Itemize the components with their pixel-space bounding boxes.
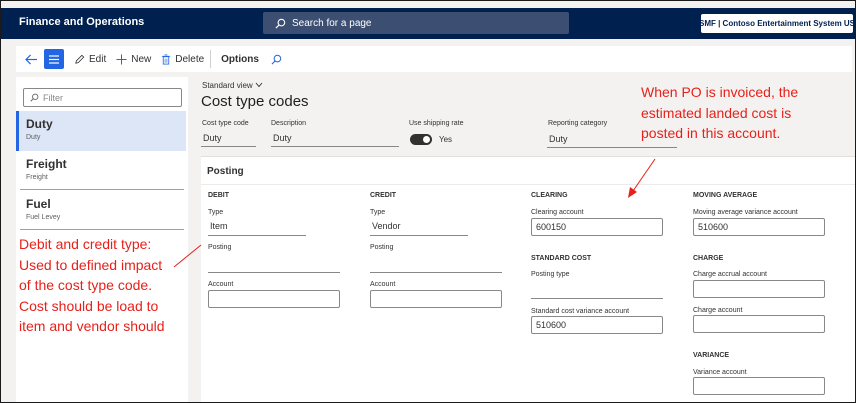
debit-posting-field[interactable] [208, 258, 340, 273]
new-button[interactable]: New [116, 54, 151, 65]
po-invoice-annotation: When PO is invoiced, the estimated lande… [641, 82, 798, 144]
view-selector[interactable]: Standard view [202, 81, 263, 90]
debit-account-input[interactable] [208, 290, 340, 308]
debit-type-label: Type [208, 209, 224, 216]
reporting-category-label: Reporting category [548, 120, 608, 127]
search-icon [30, 93, 39, 102]
description-field[interactable]: Duty [271, 133, 399, 147]
list-item-title: Duty [26, 117, 53, 131]
charge-account-input[interactable] [693, 315, 825, 333]
standard-cost-heading: STANDARD COST [531, 255, 592, 262]
search-placeholder: Search for a page [292, 17, 372, 29]
credit-heading: CREDIT [370, 192, 397, 199]
list-item-freight[interactable]: Freight Freight [16, 151, 186, 191]
annotation-line: Used to defined impact [19, 256, 163, 273]
standard-cost-variance-label: Standard cost variance account [531, 308, 630, 315]
posting-section: Posting DEBIT Type Item Posting Account … [201, 156, 855, 402]
annotation-line: of the cost type code. [19, 277, 153, 293]
search-icon [271, 54, 282, 64]
variance-account-label: Variance account [693, 369, 747, 376]
chevron-down-icon [255, 82, 263, 88]
action-search-button[interactable] [271, 54, 286, 65]
standard-cost-variance-input[interactable]: 510600 [531, 316, 663, 334]
moving-average-heading: MOVING AVERAGE [693, 192, 758, 199]
credit-type-field[interactable]: Vendor [370, 221, 468, 236]
debit-account-label: Account [208, 281, 234, 288]
clearing-heading: CLEARING [531, 192, 568, 199]
list-view-button[interactable] [44, 49, 64, 69]
list-item-subtitle: Duty [26, 134, 41, 141]
edit-button[interactable]: Edit [74, 54, 106, 65]
moving-average-variance-input[interactable]: 510600 [693, 218, 825, 236]
search-input[interactable]: Search for a page [263, 12, 569, 34]
moving-average-variance-label: Moving average variance account [693, 209, 798, 216]
credit-posting-label: Posting [370, 244, 394, 251]
type-annotation: Debit and credit type: Used to defined i… [19, 234, 165, 337]
list-item-title: Freight [26, 157, 67, 171]
variance-account-input[interactable] [693, 377, 825, 395]
view-name: Standard view [202, 81, 253, 90]
list-item-title: Fuel [26, 197, 51, 211]
app-window: Finance and Operations Search for a page… [0, 0, 856, 403]
use-shipping-rate-toggle[interactable] [410, 134, 432, 145]
app-title: Finance and Operations [19, 16, 145, 28]
pencil-icon [75, 54, 85, 64]
charge-accrual-label: Charge accrual account [693, 271, 767, 278]
description-label: Description [271, 120, 307, 127]
delete-button[interactable]: Delete [161, 54, 204, 65]
charge-account-label: Charge account [693, 307, 743, 314]
filter-placeholder: Filter [43, 92, 63, 103]
annotation-line: item and vendor should [19, 318, 165, 334]
use-shipping-rate-label: Use shipping rate [409, 120, 464, 127]
credit-account-input[interactable] [370, 290, 502, 308]
annotation-line: When PO is invoiced, the [641, 84, 799, 100]
plus-icon [116, 53, 127, 65]
posting-section-title[interactable]: Posting [207, 166, 244, 177]
debit-heading: DEBIT [208, 192, 229, 199]
use-shipping-rate-value: Yes [439, 135, 453, 144]
posting-type-label: Posting type [531, 271, 570, 278]
search-icon [275, 18, 286, 29]
cost-type-code-label: Cost type code [202, 120, 249, 127]
variance-heading: VARIANCE [693, 352, 730, 359]
list-item-subtitle: Freight [26, 174, 48, 181]
options-tab[interactable]: Options [221, 54, 259, 65]
section-divider [201, 184, 855, 185]
cost-type-code-field[interactable]: Duty [201, 133, 256, 147]
list-item-subtitle: Fuel Levey [26, 214, 61, 221]
annotation-line: estimated landed cost is [641, 104, 792, 121]
charge-accrual-input[interactable] [693, 280, 825, 298]
annotation-line: Debit and credit type: [19, 236, 152, 252]
clearing-account-label: Clearing account [531, 209, 584, 216]
trash-icon [162, 54, 171, 64]
credit-type-label: Type [370, 209, 386, 216]
filter-input[interactable]: Filter [23, 88, 182, 107]
credit-account-label: Account [370, 281, 396, 288]
company-selector[interactable]: USMF | Contoso Entertainment System USA [693, 14, 855, 33]
debit-type-field[interactable]: Item [208, 221, 306, 236]
credit-posting-field[interactable] [370, 258, 502, 273]
clearing-account-input[interactable]: 600150 [531, 218, 663, 236]
hamburger-icon [49, 54, 59, 64]
charge-heading: CHARGE [693, 255, 724, 262]
list-item-fuel[interactable]: Fuel Fuel Levey [16, 191, 186, 231]
action-divider [210, 50, 212, 68]
page-title: Cost type codes [201, 93, 309, 110]
new-label: New [131, 53, 152, 65]
delete-label: Delete [175, 53, 205, 65]
debit-posting-label: Posting [208, 244, 232, 251]
annotation-line: posted in this account. [641, 125, 781, 141]
back-arrow-icon[interactable] [20, 53, 42, 65]
posting-type-field[interactable] [531, 284, 663, 299]
list-item-duty[interactable]: Duty Duty [16, 111, 186, 151]
edit-label: Edit [89, 53, 107, 65]
top-nav-bar: Finance and Operations Search for a page… [1, 8, 855, 39]
annotation-line: Cost should be load to [19, 297, 159, 314]
action-pane: Edit New Delete Options [16, 46, 852, 72]
